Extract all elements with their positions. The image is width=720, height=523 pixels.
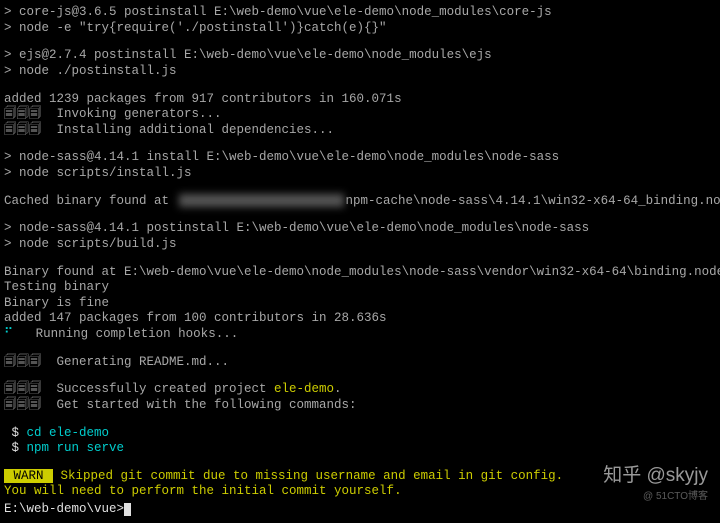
success-line: 🗐🗐🗐 Successfully created project ele-dem… (4, 382, 716, 398)
getstarted-line: 🗐🗐🗐 Get started with the following comma… (4, 398, 716, 414)
cmd-npm-run-serve: $ npm run serve (4, 441, 716, 457)
invoking-generators: 🗐🗐🗐 Invoking generators... (4, 107, 716, 123)
nodesass-postinstall-header: > node-sass@4.14.1 postinstall E:\web-de… (4, 221, 716, 237)
warn-badge: WARN (4, 469, 53, 483)
generating-readme: 🗐🗐🗐 Generating README.md... (4, 355, 716, 371)
nodesass-postinstall-cmd: > node scripts/build.js (4, 237, 716, 253)
added-packages-2: added 147 packages from 100 contributors… (4, 311, 716, 327)
watermark-51cto: @ 51CTO博客 (643, 491, 708, 504)
terminal-output: > core-js@3.6.5 postinstall E:\web-demo\… (4, 5, 716, 500)
postinstall-corejs-cmd: > node -e "try{require('./postinstall')}… (4, 21, 716, 37)
blurred-path (179, 194, 344, 207)
cursor (124, 503, 131, 516)
testing-binary-line: Testing binary (4, 280, 716, 296)
watermark-zhihu: 知乎 @skyjy (603, 464, 708, 488)
nodesass-install-header: > node-sass@4.14.1 install E:\web-demo\v… (4, 150, 716, 166)
postinstall-corejs-header: > core-js@3.6.5 postinstall E:\web-demo\… (4, 5, 716, 21)
binary-found-line: Binary found at E:\web-demo\vue\ele-demo… (4, 265, 716, 281)
running-hooks: ⠋ Running completion hooks... (4, 327, 716, 343)
prompt-line[interactable]: E:\web-demo\vue> (4, 502, 131, 518)
postinstall-ejs-header: > ejs@2.7.4 postinstall E:\web-demo\vue\… (4, 48, 716, 64)
added-packages-1: added 1239 packages from 917 contributor… (4, 92, 716, 108)
postinstall-ejs-cmd: > node ./postinstall.js (4, 64, 716, 80)
cmd-cd: $ cd ele-demo (4, 426, 716, 442)
installing-deps: 🗐🗐🗐 Installing additional dependencies..… (4, 123, 716, 139)
nodesass-install-cmd: > node scripts/install.js (4, 166, 716, 182)
cached-binary-line: Cached binary found at npm-cache\node-sa… (4, 194, 716, 210)
binary-fine-line: Binary is fine (4, 296, 716, 312)
